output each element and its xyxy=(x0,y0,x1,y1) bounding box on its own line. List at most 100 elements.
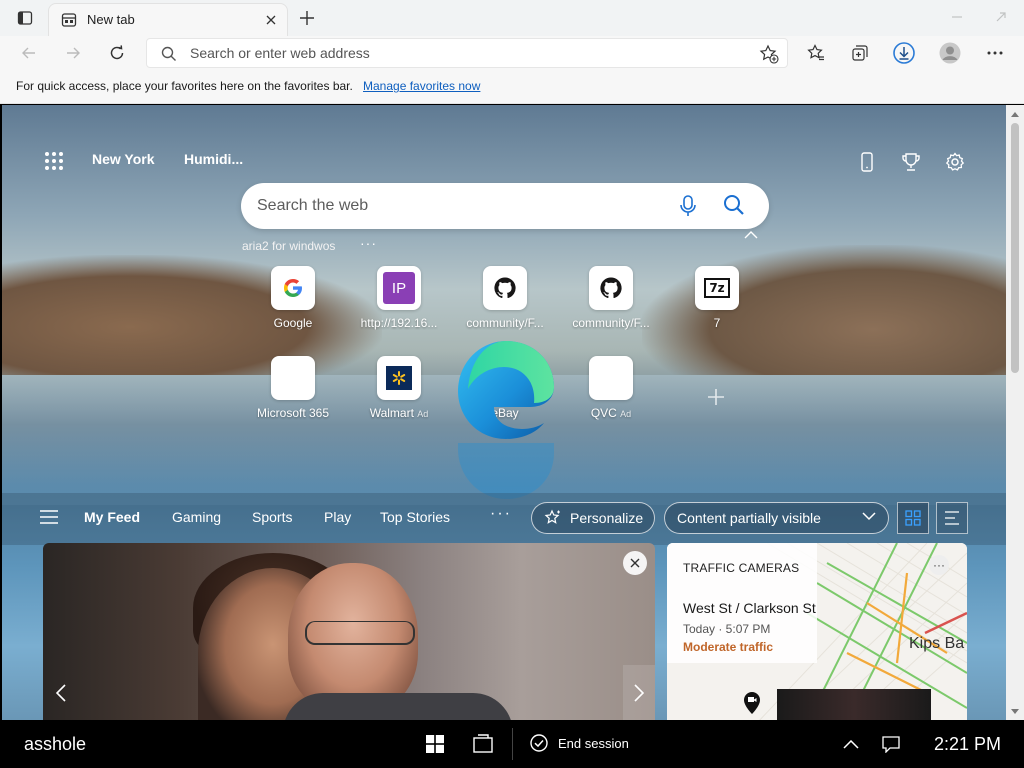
personalize-button[interactable]: Personalize xyxy=(531,502,655,534)
add-quick-link-button[interactable] xyxy=(702,383,730,411)
scroll-thumb[interactable] xyxy=(1011,123,1019,373)
download-icon xyxy=(893,42,915,64)
feed-navigation: My Feed Gaming Sports Play Top Stories ·… xyxy=(2,493,1006,545)
tab-play[interactable]: Play xyxy=(324,509,351,525)
trophy-icon xyxy=(902,153,920,171)
tab-strip: New tab xyxy=(0,0,1024,36)
scroll-up-button[interactable] xyxy=(1010,109,1020,119)
manage-favorites-link[interactable]: Manage favorites now xyxy=(363,79,480,93)
news-photo-glasses xyxy=(305,621,415,645)
weather-city[interactable]: New York xyxy=(92,151,155,167)
favorites-button[interactable] xyxy=(801,39,831,67)
minimize-ghost-icon xyxy=(952,16,962,18)
windows-logo-icon xyxy=(426,735,444,753)
page-settings-button[interactable] xyxy=(942,149,968,175)
quick-link-microsoft-365[interactable]: Microsoft 365 xyxy=(240,356,346,420)
new-tab-button[interactable] xyxy=(294,6,320,30)
content-visibility-dropdown[interactable]: Content partially visible xyxy=(664,502,889,534)
refresh-button[interactable] xyxy=(102,39,132,67)
hamburger-menu-icon[interactable] xyxy=(40,510,58,524)
collections-button[interactable] xyxy=(845,39,875,67)
chevron-down-icon xyxy=(862,512,876,521)
refresh-icon xyxy=(110,45,124,60)
tab-new-tab[interactable]: New tab xyxy=(48,3,288,36)
grid-icon xyxy=(905,510,921,526)
traffic-time: Today · 5:07 PM xyxy=(683,622,771,636)
quick-link-ip[interactable]: IP http://192.16... xyxy=(346,266,452,330)
quick-link-walmart[interactable]: Walmart Ad xyxy=(346,356,452,420)
favorites-bar: For quick access, place your favorites h… xyxy=(0,70,1024,104)
news-hero-card[interactable] xyxy=(43,543,655,720)
forward-button[interactable] xyxy=(58,39,88,67)
arrow-right-icon xyxy=(67,47,80,59)
new-tab-page: New York Humidi... aria2 for windwos ···… xyxy=(2,105,1006,720)
scroll-down-button[interactable] xyxy=(1010,706,1020,716)
close-icon xyxy=(630,558,640,568)
taskbar-clock[interactable]: 2:21 PM xyxy=(934,734,1001,755)
quick-link-label: Walmart Ad xyxy=(369,406,429,420)
carousel-next-button[interactable] xyxy=(623,665,655,720)
quick-link-github-1[interactable]: community/F... xyxy=(452,266,558,330)
add-favorite-icon[interactable] xyxy=(759,44,779,64)
grid-layout-button[interactable] xyxy=(897,502,929,534)
tab-top-stories[interactable]: Top Stories xyxy=(380,509,450,525)
camera-thumbnail[interactable] xyxy=(777,689,931,720)
ip-icon: IP xyxy=(377,266,421,310)
tab-gaming[interactable]: Gaming xyxy=(172,509,221,525)
settings-more-button[interactable] xyxy=(980,39,1010,67)
rewards-button[interactable] xyxy=(898,149,924,175)
quick-link-qvc[interactable]: QVC Ad xyxy=(558,356,664,420)
search-submit-icon[interactable] xyxy=(723,194,745,216)
quick-link-7zip[interactable]: 7z 7 xyxy=(664,266,770,330)
recent-search-more-button[interactable]: ··· xyxy=(360,235,377,251)
page-scrollbar[interactable] xyxy=(1006,105,1024,720)
task-view-icon xyxy=(473,734,493,753)
end-session-button[interactable]: End session xyxy=(530,734,629,752)
address-input[interactable] xyxy=(190,43,750,63)
tab-my-feed[interactable]: My Feed xyxy=(84,509,140,525)
scroll-up-arrow-icon xyxy=(1011,111,1019,117)
microphone-icon[interactable] xyxy=(679,195,697,217)
app-launcher-icon[interactable] xyxy=(42,149,66,173)
start-button[interactable] xyxy=(422,732,448,756)
traffic-card-more-button[interactable]: ··· xyxy=(929,555,949,575)
task-view-button[interactable] xyxy=(470,732,496,756)
weather-humidity[interactable]: Humidi... xyxy=(184,151,243,167)
personalize-label: Personalize xyxy=(570,510,644,526)
carousel-prev-button[interactable] xyxy=(51,673,71,713)
web-search-box[interactable] xyxy=(241,183,769,229)
tab-actions-button[interactable] xyxy=(10,7,40,29)
notifications-button[interactable] xyxy=(878,732,904,756)
gear-icon xyxy=(945,152,965,171)
taskbar: asshole End session 2:21 PM xyxy=(0,720,1024,768)
traffic-cameras-card[interactable]: TRAFFIC CAMERAS ··· West St / Clarkson S… xyxy=(667,543,967,720)
github-icon xyxy=(589,266,633,310)
sparkle-star-icon xyxy=(544,509,560,524)
walmart-icon xyxy=(377,356,421,400)
favorites-hint: For quick access, place your favorites h… xyxy=(16,79,353,93)
mobile-button[interactable] xyxy=(854,149,880,175)
web-search-input[interactable] xyxy=(257,195,657,217)
profile-button[interactable] xyxy=(935,39,965,67)
tab-close-button[interactable] xyxy=(261,10,281,30)
downloads-button[interactable] xyxy=(889,39,919,67)
quick-link-google[interactable]: Google xyxy=(240,266,346,330)
quick-link-label: http://192.16... xyxy=(360,316,438,330)
restore-ghost-icon xyxy=(996,12,1006,22)
camera-pin-icon[interactable] xyxy=(743,691,761,715)
chevron-up-icon[interactable] xyxy=(744,231,758,239)
ad-badge: Ad xyxy=(417,409,429,419)
list-layout-button[interactable] xyxy=(936,502,968,534)
quick-link-github-2[interactable]: community/F... xyxy=(558,266,664,330)
edge-logo-icon xyxy=(458,341,554,439)
back-button[interactable] xyxy=(14,39,44,67)
feed-more-button[interactable]: ··· xyxy=(490,505,512,523)
address-bar[interactable] xyxy=(146,38,788,68)
plus-icon xyxy=(708,389,724,405)
dismiss-card-button[interactable] xyxy=(623,551,647,575)
show-hidden-icons-button[interactable] xyxy=(838,732,864,756)
recent-search-item[interactable]: aria2 for windwos xyxy=(242,239,335,253)
avatar-icon xyxy=(939,42,961,64)
tab-sports[interactable]: Sports xyxy=(252,509,292,525)
quick-link-label: 7 xyxy=(713,316,721,330)
